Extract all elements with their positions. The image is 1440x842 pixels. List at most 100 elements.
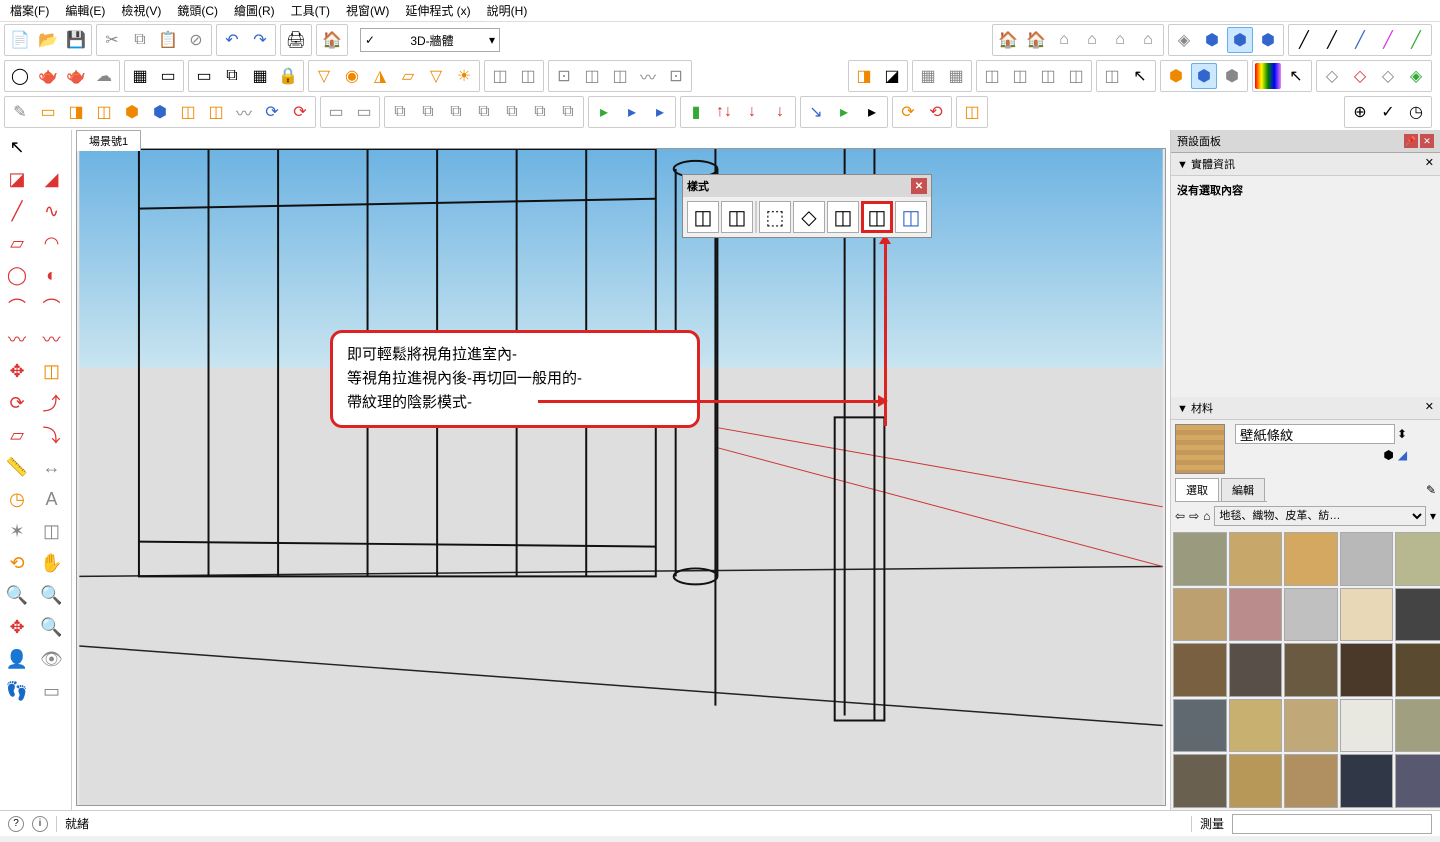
cursor-icon[interactable]: ↖ [1127,63,1153,89]
line5-icon[interactable]: ╱ [1403,27,1429,53]
lock-icon[interactable]: 🔒 [275,63,301,89]
house-icon[interactable]: 🏠 [995,27,1021,53]
material-thumb[interactable] [1229,532,1283,586]
sb-icon-2[interactable]: i [32,816,48,832]
style-thumb-3[interactable]: ⬚ [759,201,791,233]
menu-camera[interactable]: 鏡頭(C) [171,0,224,21]
r3-23-icon[interactable]: ▸ [647,99,673,125]
r3-32-icon[interactable]: ⟲ [923,99,949,125]
r3-8-icon[interactable]: ◫ [203,99,229,125]
r3-33-icon[interactable]: ◫ [959,99,985,125]
viewport[interactable] [76,148,1166,806]
menu-tools[interactable]: 工具(T) [285,0,336,21]
material-thumb[interactable] [1395,588,1440,642]
tool-d-icon[interactable]: ⬢ [1255,27,1281,53]
style-thumb-4[interactable]: ◇ [793,201,825,233]
rotate-icon[interactable]: ⟳ [2,388,32,418]
r2-20-icon[interactable]: ◫ [607,63,633,89]
r2-15-icon[interactable]: ▽ [423,63,449,89]
material-thumb[interactable] [1284,643,1338,697]
eraser-icon[interactable]: ◪ [2,164,32,194]
material-thumb[interactable] [1395,754,1440,808]
r3-10-icon[interactable]: ⟳ [259,99,285,125]
scale-icon[interactable]: ▱ [2,420,32,450]
r2-14-icon[interactable]: ▱ [395,63,421,89]
menu-window[interactable]: 視窗(W) [340,0,395,21]
r3-35-icon[interactable]: ✓ [1375,99,1401,125]
material-thumb[interactable] [1173,588,1227,642]
tool-a-icon[interactable]: ◈ [1171,27,1197,53]
r3-26-icon[interactable]: ↓ [739,99,765,125]
warehouse-icon[interactable]: 🏠 [319,27,345,53]
r3-9-icon[interactable]: 〰 [231,99,257,125]
cloud-icon[interactable]: ☁ [91,63,117,89]
r3-18-icon[interactable]: ⧉ [499,99,525,125]
r2-8-icon[interactable]: ⧉ [219,63,245,89]
line1-icon[interactable]: ╱ [1291,27,1317,53]
select-icon[interactable]: ↖ [2,132,32,162]
r3-30-icon[interactable]: ▸ [859,99,885,125]
r3-11-icon[interactable]: ⟳ [287,99,313,125]
r2-29-icon[interactable]: ◫ [1035,63,1061,89]
material-thumb[interactable] [1340,699,1394,753]
undo-icon[interactable]: ↶ [219,27,245,53]
r2-41-icon[interactable]: ◈ [1403,63,1429,89]
print-icon[interactable]: 🖨 [283,27,309,53]
r2-24-icon[interactable]: ◪ [879,63,905,89]
gradient-icon[interactable] [1255,63,1281,89]
r2-31-icon[interactable]: ◫ [1099,63,1125,89]
cube2-icon[interactable]: ◫ [515,63,541,89]
teapot-icon[interactable]: 🫖 [35,63,61,89]
arc-icon[interactable]: ◠ [37,228,67,258]
rect-icon[interactable]: ▱ [2,228,32,258]
pie-icon[interactable]: ◐ [37,260,67,290]
close-icon[interactable]: ✕ [911,178,927,194]
tool-b-icon[interactable]: ⬢ [1199,27,1225,53]
collapse2-icon[interactable]: ✕ [1425,400,1434,416]
text-icon[interactable]: A [37,484,67,514]
r2-9-icon[interactable]: ▦ [247,63,273,89]
nav-fwd-icon[interactable]: ⇨ [1189,509,1199,523]
r3-24-icon[interactable]: ▮ [683,99,709,125]
material-thumb[interactable] [1229,643,1283,697]
material-thumb[interactable] [1284,699,1338,753]
material-thumb[interactable] [1395,643,1440,697]
material-thumb[interactable] [1284,754,1338,808]
r3-22-icon[interactable]: ▸ [619,99,645,125]
r3-19-icon[interactable]: ⧉ [527,99,553,125]
r3-31-icon[interactable]: ⟳ [895,99,921,125]
r3-16-icon[interactable]: ⧉ [443,99,469,125]
r3-3-icon[interactable]: ◨ [63,99,89,125]
r2-38-icon[interactable]: ◇ [1319,63,1345,89]
material-thumb[interactable] [1173,643,1227,697]
style-thumb-shaded-texture[interactable]: ◫ [861,201,893,233]
look-icon[interactable]: 👁 [37,644,67,674]
menu-edit[interactable]: 編輯(E) [59,0,111,21]
r2-27-icon[interactable]: ◫ [979,63,1005,89]
material-thumb[interactable] [1395,532,1440,586]
line-icon[interactable]: ╱ [2,196,32,226]
nav-back-icon[interactable]: ⇦ [1175,509,1185,523]
r2-22-icon[interactable]: ⊡ [663,63,689,89]
r3-6-icon[interactable]: ⬢ [147,99,173,125]
materials-header[interactable]: ▼ 材料 ✕ [1171,397,1440,420]
line4-icon[interactable]: ╱ [1375,27,1401,53]
freehand-icon[interactable]: ∿ [37,196,67,226]
r2-5-icon[interactable]: ▦ [127,63,153,89]
curve2-icon[interactable]: 〰 [37,324,67,354]
zoomext-icon[interactable]: ✥ [2,612,32,642]
material-thumb[interactable] [1395,699,1440,753]
material-browse-icon[interactable]: ⬍ [1397,427,1407,441]
r2-11-icon[interactable]: ▽ [311,63,337,89]
r2-30-icon[interactable]: ◫ [1063,63,1089,89]
tab-edit[interactable]: 編輯 [1221,478,1265,501]
prev-icon[interactable]: 🔍 [37,612,67,642]
pan-icon[interactable]: ✋ [37,548,67,578]
nav-home-icon[interactable]: ⌂ [1203,509,1210,523]
entity-info-header[interactable]: ▼ 實體資訊 ✕ [1171,153,1440,176]
r2-7-icon[interactable]: ▭ [191,63,217,89]
followme-icon[interactable]: ⤴ [37,388,67,418]
styles-popup-header[interactable]: 樣式 ✕ [683,175,931,197]
pen-icon[interactable]: ✎ [7,99,33,125]
material-add-icon[interactable]: ⬢ [1383,448,1393,462]
